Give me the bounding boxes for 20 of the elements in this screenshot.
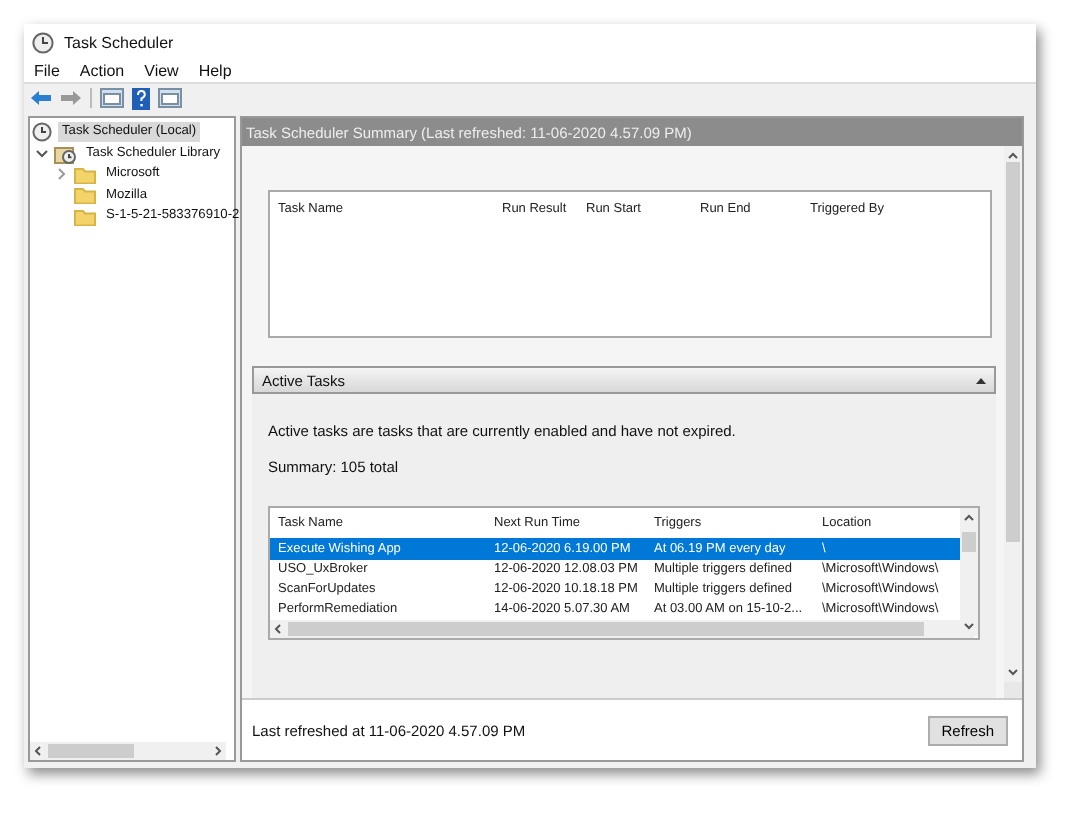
folder-icon	[74, 207, 96, 226]
window-icon[interactable]	[158, 88, 182, 108]
menu-item[interactable]: File	[34, 62, 60, 80]
back-arrow-icon[interactable]	[30, 90, 52, 106]
folder-clock-icon	[54, 143, 76, 164]
menu-item[interactable]: Action	[79, 62, 125, 80]
menu-item[interactable]: Help	[198, 62, 232, 80]
window-icon[interactable]	[100, 88, 124, 108]
window-title: Task Scheduler	[64, 33, 174, 51]
collapse-caret-icon[interactable]	[976, 377, 986, 383]
expanded-chevron-icon[interactable]	[35, 149, 47, 158]
menu-item[interactable]: View	[144, 62, 179, 80]
clock-icon	[32, 122, 52, 143]
forward-arrow-icon[interactable]	[60, 90, 82, 106]
folder-icon	[74, 165, 96, 184]
clock-icon	[32, 31, 54, 53]
collapsed-chevron-icon[interactable]	[57, 168, 65, 181]
help-icon[interactable]	[132, 87, 150, 109]
folder-icon	[74, 186, 96, 205]
vertical-scrollbar	[960, 508, 978, 636]
